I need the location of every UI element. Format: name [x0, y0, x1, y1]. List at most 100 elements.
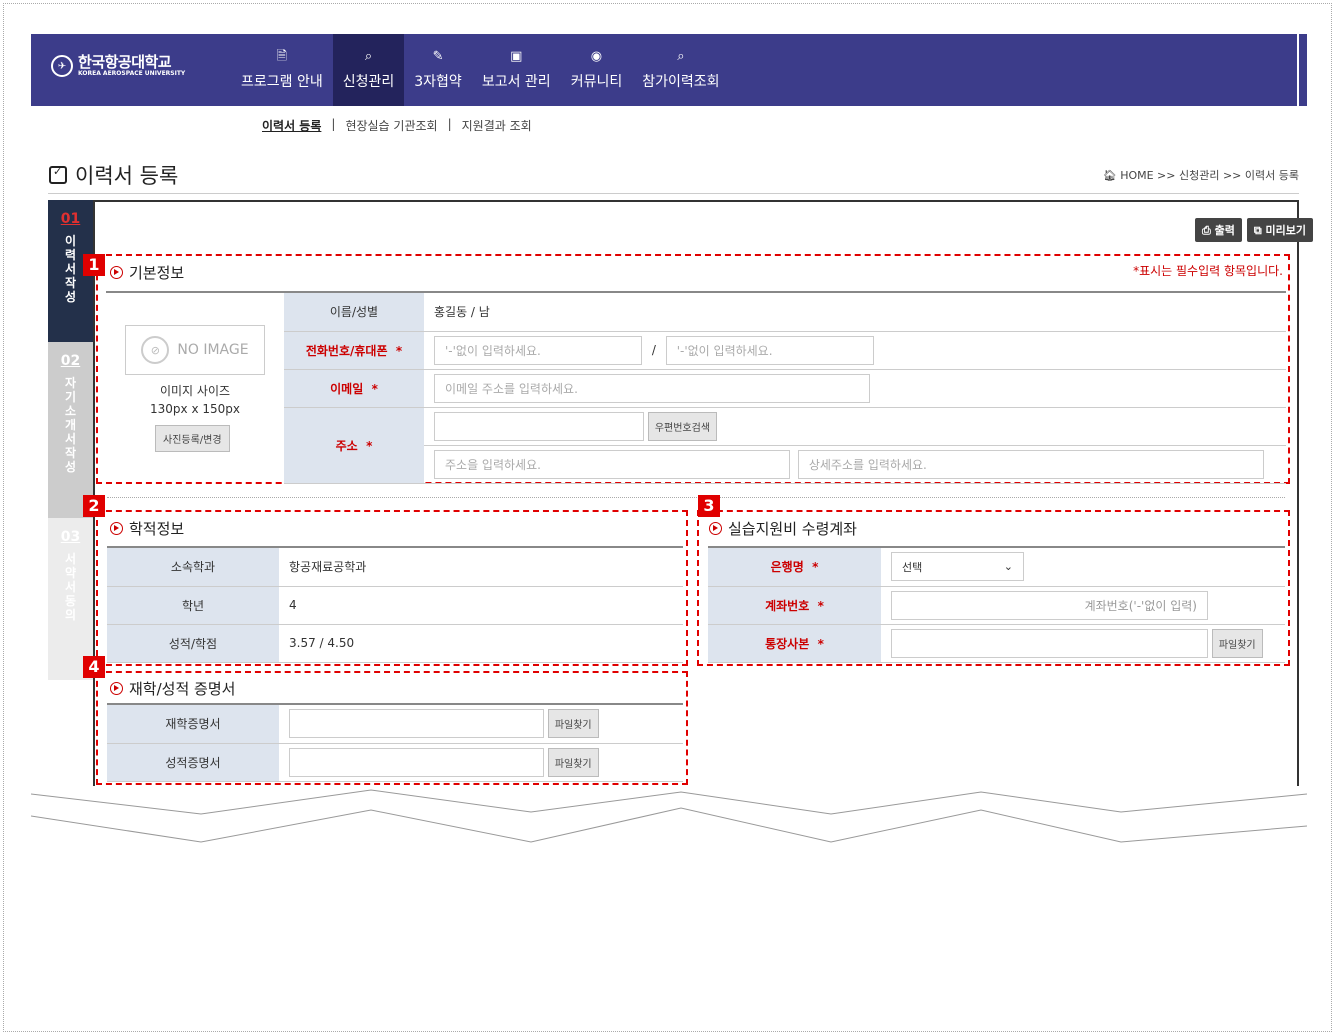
play-bullet-icon	[709, 522, 722, 535]
transcript-cert-file-button[interactable]: 파일찾기	[547, 747, 599, 777]
search-doc-icon: ⌕	[364, 49, 373, 64]
bankbook-cell: 파일찾기	[881, 624, 1285, 663]
step-2[interactable]: 02 자 기 소 개 서 작 성	[48, 342, 93, 518]
name-value: 홍길동 / 남	[424, 293, 1286, 332]
department-label: 소속학과	[107, 548, 279, 587]
photo-upload-button[interactable]: 사진등록/변경	[155, 425, 230, 452]
transcript-cert-input[interactable]	[289, 747, 544, 777]
address-input[interactable]: 주소을 입력하세요.	[434, 449, 790, 479]
play-bullet-icon	[110, 266, 123, 279]
email-cell: 이메일 주소를 입력하세요.	[424, 369, 1286, 408]
phone-label: 전화번호/휴대폰 *	[284, 331, 424, 370]
email-label-text: 이메일	[330, 381, 364, 396]
nav-label: 커뮤니티	[570, 74, 623, 90]
photo-placeholder: ⊘ NO IMAGE	[125, 325, 265, 375]
page-title-text: 이력서 등록	[75, 164, 179, 188]
email-label: 이메일 *	[284, 369, 424, 408]
phone-input[interactable]: '-'없이 입력하세요.	[434, 335, 642, 365]
university-logo[interactable]: ✈ 한국항공대학교 KOREA AEROSPACE UNIVERSITY	[51, 54, 185, 78]
subnav-results[interactable]: 지원결과 조회	[462, 117, 532, 134]
calendar-check-icon	[49, 165, 67, 184]
account-label: 계좌번호 *	[708, 586, 881, 625]
nav-reports[interactable]: ▣ 보고서 관리	[472, 34, 561, 106]
required-star: *	[371, 381, 378, 396]
folder-icon: ▣	[510, 49, 523, 64]
section-certs-title: 재학/성적 증명서	[110, 678, 235, 699]
print-button[interactable]: ⎙ 출력	[1194, 218, 1242, 242]
nav-program-info[interactable]: 🗎 프로그램 안내	[231, 34, 333, 106]
subnav-sep: |	[331, 117, 336, 131]
gpa-label: 성적/학점	[107, 624, 279, 663]
print-icon: ⎙	[1201, 224, 1215, 237]
bank-table: 은행명 * 선택 ⌄ 계좌번호 * 계좌번호('-'없이 입력) 통장사본 * 파…	[708, 548, 1285, 663]
enrollment-cert-label: 재학증명서	[107, 705, 279, 744]
bank-name-label-text: 은행명	[770, 560, 804, 575]
play-bullet-icon	[110, 522, 123, 535]
print-label: 출력	[1214, 224, 1235, 237]
step-number: 03	[60, 529, 81, 545]
nav-divider	[1297, 34, 1299, 106]
nav-label: 보고서 관리	[481, 74, 551, 90]
bank-name-label: 은행명 *	[708, 548, 881, 587]
required-star: *	[395, 343, 403, 358]
section-academic-title: 학적정보	[110, 518, 184, 539]
address-label-text: 주소	[335, 438, 358, 453]
subnav-resume[interactable]: 이력서 등록	[262, 117, 321, 134]
certs-table: 재학증명서 파일찾기 성적증명서 파일찾기	[107, 705, 683, 782]
play-bullet-icon	[110, 682, 123, 695]
nav-history[interactable]: ⌕ 참가이력조회	[632, 34, 729, 106]
section-bank-title: 실습지원비 수령계좌	[709, 518, 857, 539]
academic-table: 소속학과 항공재료공학과 학년 4 성적/학점 3.57 / 4.50	[107, 548, 683, 663]
zipcode-search-button[interactable]: 우편번호검색	[647, 411, 718, 441]
image-size-info: 이미지 사이즈 130px x 150px	[125, 382, 265, 418]
bankbook-file-input[interactable]	[891, 628, 1208, 658]
account-input[interactable]: 계좌번호('-'없이 입력)	[891, 590, 1208, 620]
step-label: 서약서동의	[64, 552, 77, 622]
preview-icon: ⧉	[1253, 224, 1266, 237]
basic-info-table: 이름/성별 홍길동 / 남 전화번호/휴대폰 * '-'없이 입력하세요. / …	[284, 293, 1286, 484]
torn-edge-graphic	[31, 786, 1307, 843]
zip-cell: 우편번호검색	[424, 407, 1286, 446]
required-note: *표시는 필수입력 항목입니다.	[1133, 264, 1283, 278]
nav-application[interactable]: ⌕ 신청관리	[332, 34, 405, 106]
account-label-text: 계좌번호	[765, 598, 810, 613]
account-cell: 계좌번호('-'없이 입력)	[881, 586, 1285, 625]
title-divider	[48, 193, 1299, 194]
bankbook-file-button[interactable]: 파일찾기	[1211, 628, 1263, 658]
step-label: 자기소개서작성	[64, 376, 77, 474]
step-number: 02	[60, 353, 81, 369]
grade-value: 4	[279, 586, 683, 625]
phone-separator: /	[651, 342, 656, 357]
bank-select[interactable]: 선택 ⌄	[891, 552, 1024, 582]
university-name-kr: 한국항공대학교	[78, 53, 172, 71]
transcript-cert-label: 성적증명서	[107, 743, 279, 782]
subnav-institutions[interactable]: 현장실습 기관조회	[345, 117, 437, 134]
required-star: *	[817, 598, 824, 613]
sub-nav: 이력서 등록 | 현장실습 기관조회 | 지원결과 조회	[262, 117, 532, 134]
enrollment-cert-file-button[interactable]: 파일찾기	[547, 709, 599, 739]
phone-label-text: 전화번호/휴대폰	[305, 343, 388, 358]
badge-1: 1	[83, 254, 105, 276]
preview-label: 미리보기	[1265, 224, 1306, 237]
department-value: 항공재료공학과	[279, 548, 683, 587]
email-input[interactable]: 이메일 주소를 입력하세요.	[434, 373, 870, 403]
name-label: 이름/성별	[284, 293, 424, 332]
preview-button[interactable]: ⧉ 미리보기	[1246, 218, 1313, 242]
required-star: *	[817, 636, 824, 651]
home-icon: 🏠︎	[1102, 169, 1121, 182]
step-number: 01	[60, 211, 81, 227]
university-name-en: KOREA AEROSPACE UNIVERSITY	[78, 70, 186, 77]
enrollment-cert-input[interactable]	[289, 709, 544, 739]
address-detail-input[interactable]: 상세주소를 입력하세요.	[797, 449, 1264, 479]
zipcode-input[interactable]	[434, 411, 644, 441]
section-title-text: 재학/성적 증명서	[129, 680, 236, 698]
nav-agreement[interactable]: ✎ 3자협약	[404, 34, 472, 106]
section-title-text: 기본정보	[129, 264, 185, 282]
gpa-value: 3.57 / 4.50	[279, 624, 683, 663]
nav-community[interactable]: ◉ 커뮤니티	[561, 34, 633, 106]
image-size-label: 이미지 사이즈	[159, 384, 231, 398]
bank-select-value: 선택	[902, 560, 923, 574]
no-image-text: NO IMAGE	[177, 342, 249, 358]
mobile-input[interactable]: '-'없이 입력하세요.	[665, 335, 874, 365]
grade-label: 학년	[107, 586, 279, 625]
